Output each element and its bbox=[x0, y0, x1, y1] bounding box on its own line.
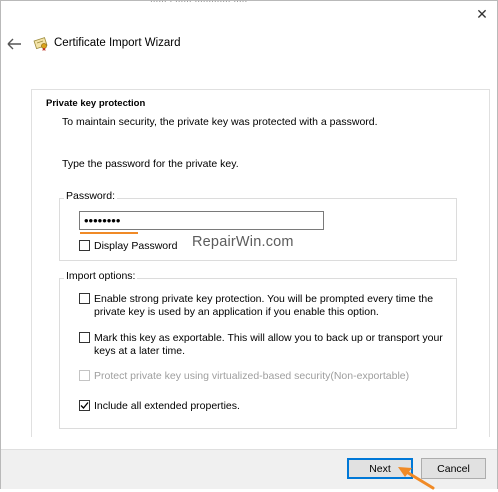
strong-protection-checkbox[interactable] bbox=[79, 293, 90, 304]
vbs-protection-checkbox[interactable] bbox=[79, 370, 90, 381]
back-button[interactable] bbox=[6, 36, 24, 52]
header-panel bbox=[31, 89, 490, 138]
display-password-label: Display Password bbox=[94, 240, 178, 252]
certificate-icon bbox=[33, 35, 49, 51]
section-title: Private key protection bbox=[46, 98, 146, 109]
checkmark-icon bbox=[80, 402, 89, 409]
exportable-checkbox[interactable] bbox=[79, 332, 90, 343]
extended-properties-checkbox[interactable] bbox=[79, 400, 90, 411]
password-value: •••••••• bbox=[84, 213, 121, 228]
exportable-label: Mark this key as exportable. This will a… bbox=[94, 332, 443, 358]
close-icon: ✕ bbox=[476, 5, 488, 22]
exportable-line1: Mark this key as exportable. This will a… bbox=[94, 332, 443, 344]
vbs-protection-label: Protect private key using virtualized-ba… bbox=[94, 370, 410, 382]
extended-properties-label: Include all extended properties. bbox=[94, 400, 240, 412]
watermark: RepairWin.com bbox=[192, 234, 294, 250]
exportable-line2: keys at a later time. bbox=[94, 345, 186, 357]
display-password-checkbox[interactable] bbox=[79, 240, 90, 251]
cutoff-background-text: ...... . ...... ............. ..... bbox=[150, 0, 400, 4]
back-arrow-icon bbox=[7, 38, 21, 50]
strong-protection-label: Enable strong private key protection. Yo… bbox=[94, 293, 433, 319]
strong-protection-line2: private key is used by an application if… bbox=[94, 306, 379, 318]
annotation-underline bbox=[80, 232, 138, 234]
pointer-arrow-icon bbox=[398, 467, 435, 490]
section-description: To maintain security, the private key wa… bbox=[62, 116, 378, 128]
strong-protection-line1: Enable strong private key protection. Yo… bbox=[94, 293, 434, 305]
window-title: Certificate Import Wizard bbox=[54, 37, 181, 49]
password-prompt: Type the password for the private key. bbox=[62, 158, 239, 170]
password-group-label: Password: bbox=[64, 190, 118, 202]
password-input[interactable]: •••••••• bbox=[79, 211, 324, 230]
import-options-label: Import options: bbox=[64, 270, 138, 282]
close-button[interactable]: ✕ bbox=[467, 2, 497, 26]
